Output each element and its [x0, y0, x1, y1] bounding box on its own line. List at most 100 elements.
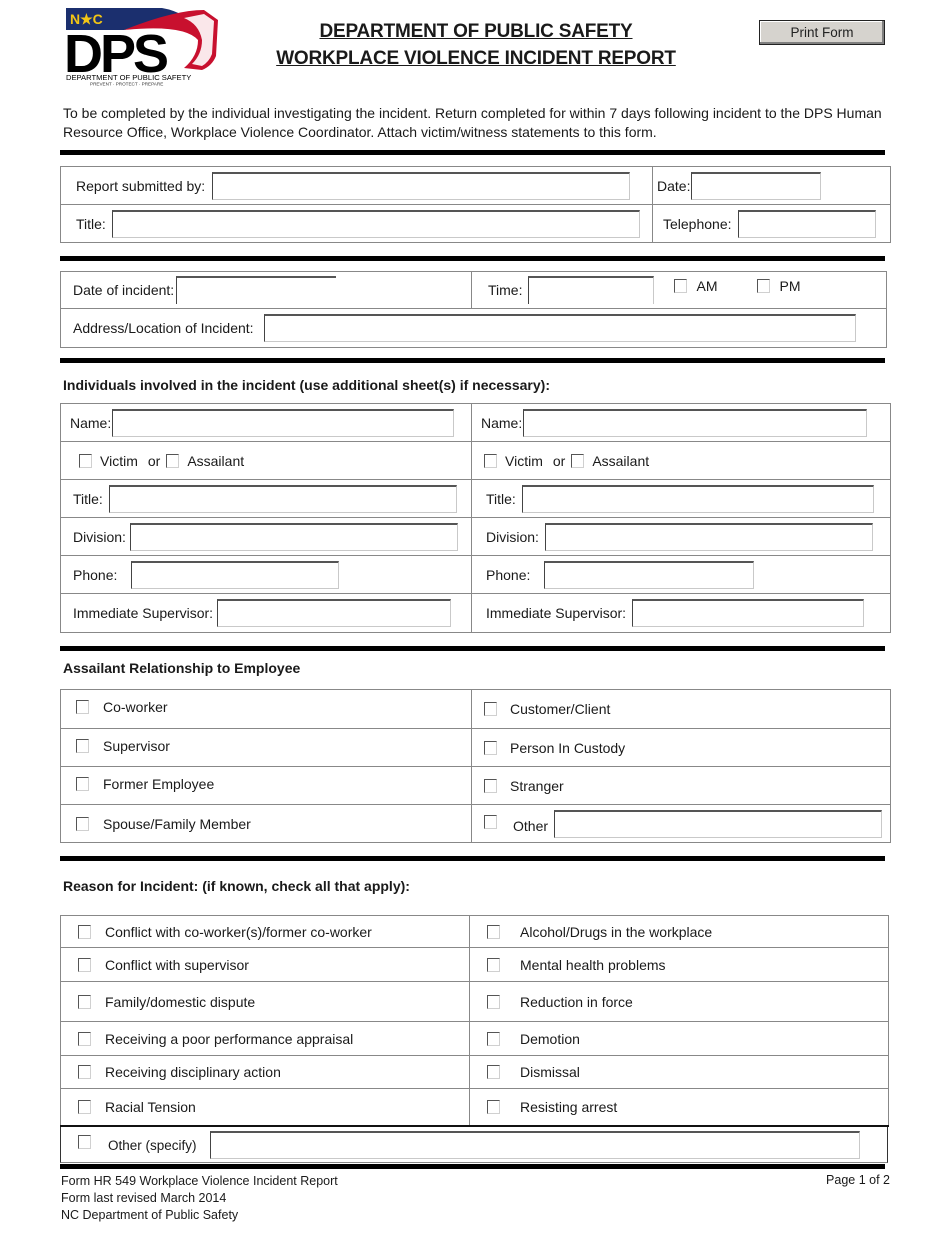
reason-racial-tension-label: Racial Tension	[105, 1098, 196, 1115]
supervisor-label: Supervisor	[103, 737, 170, 754]
co-worker-checkbox[interactable]	[76, 700, 89, 714]
person-2-role-cell: Victim or Assailant	[471, 441, 891, 480]
reason-dismissal-checkbox[interactable]	[487, 1065, 500, 1079]
person-1-or-label: or	[147, 452, 161, 469]
person-2-title-input[interactable]	[521, 484, 874, 513]
relationship-table: Co-worker Customer/Client Supervisor Per…	[60, 689, 891, 843]
date-input[interactable]	[691, 171, 822, 200]
reason-table: Conflict with co-worker(s)/former co-wor…	[60, 915, 889, 1127]
customer-client-checkbox[interactable]	[484, 702, 497, 716]
pm-label: PM	[779, 278, 801, 294]
person-2-phone-cell: Phone:	[471, 555, 891, 594]
telephone-input[interactable]	[737, 209, 876, 238]
reason-resisting-arrest-label: Resisting arrest	[520, 1098, 618, 1115]
submitter-table: Report submitted by: Date: Title: Teleph…	[60, 166, 891, 243]
reason-other-checkbox[interactable]	[78, 1135, 91, 1149]
footer-agency: NC Department of Public Safety	[61, 1208, 239, 1222]
person-1-role-cell: Victim or Assailant	[60, 441, 472, 480]
other-relationship-checkbox[interactable]	[484, 814, 497, 829]
relationship-option: Stranger	[471, 766, 891, 805]
reason-alcohol-drugs-checkbox[interactable]	[487, 924, 500, 939]
reason-option: Alcohol/Drugs in the workplace	[469, 915, 889, 948]
person-1-name-input[interactable]	[112, 408, 455, 437]
person-2-assailant-checkbox[interactable]	[571, 453, 585, 468]
reason-poor-appraisal-checkbox[interactable]	[78, 1031, 91, 1046]
section-divider	[60, 856, 885, 861]
person-2-supervisor-label: Immediate Supervisor:	[486, 605, 627, 621]
reason-reduction-force-label: Reduction in force	[520, 993, 633, 1010]
incident-time-cell: Time: AM PM	[471, 271, 887, 309]
dps-logo-graphic: N★C DPS DEPARTMENT OF PUBLIC SAFETY PREV…	[64, 8, 218, 86]
reason-option: Demotion	[469, 1021, 889, 1056]
reason-option: Family/domestic dispute	[60, 981, 470, 1022]
reason-option: Conflict with supervisor	[60, 947, 470, 982]
reason-other-label: Other (specify)	[108, 1137, 197, 1153]
print-form-button[interactable]: Print Form	[759, 20, 885, 45]
relationship-option: Other	[471, 804, 891, 843]
person-2-name-input[interactable]	[523, 408, 868, 437]
reason-option: Dismissal	[469, 1055, 889, 1089]
person-1-assailant-label: Assailant	[187, 452, 245, 469]
reason-option: Reduction in force	[469, 981, 889, 1022]
person-1-assailant-checkbox[interactable]	[166, 453, 180, 468]
am-checkbox[interactable]	[674, 279, 688, 293]
page-number: Page 1 of 2	[826, 1173, 890, 1187]
incident-date-input[interactable]	[176, 276, 337, 304]
person-1-title-input[interactable]	[108, 484, 457, 513]
person-in-custody-checkbox[interactable]	[484, 740, 497, 755]
person-2-supervisor-input[interactable]	[632, 599, 865, 627]
incident-date-label: Date of incident:	[73, 282, 175, 298]
reason-option: Mental health problems	[469, 947, 889, 982]
reason-option: Conflict with co-worker(s)/former co-wor…	[60, 915, 470, 948]
reason-disciplinary-checkbox[interactable]	[78, 1065, 91, 1079]
reason-family-dispute-label: Family/domestic dispute	[105, 993, 256, 1010]
telephone-label: Telephone:	[663, 215, 732, 232]
relationship-option: Customer/Client	[471, 689, 891, 729]
submitted-by-input[interactable]	[212, 171, 631, 200]
reason-heading: Reason for Incident: (if known, check al…	[63, 878, 410, 894]
reason-resisting-arrest-checkbox[interactable]	[487, 1099, 500, 1114]
person-2-phone-input[interactable]	[544, 560, 755, 589]
person-1-division-input[interactable]	[129, 522, 458, 551]
person-1-phone-cell: Phone:	[60, 555, 472, 594]
date-label: Date:	[657, 177, 691, 194]
relationship-heading: Assailant Relationship to Employee	[63, 660, 301, 676]
supervisor-checkbox[interactable]	[76, 738, 89, 753]
date-cell: Date:	[652, 166, 891, 205]
reason-mental-health-label: Mental health problems	[520, 956, 666, 973]
person-2-victim-checkbox[interactable]	[484, 453, 497, 468]
location-input[interactable]	[263, 314, 856, 342]
person-2-victim-label: Victim	[505, 452, 543, 469]
telephone-cell: Telephone:	[652, 204, 891, 243]
reason-mental-health-checkbox[interactable]	[487, 957, 500, 972]
reason-demotion-checkbox[interactable]	[487, 1031, 500, 1046]
person-1-victim-label: Victim	[100, 452, 138, 469]
title-input[interactable]	[111, 209, 640, 238]
incident-table: Date of incident: Time: AM PM Address/Lo…	[60, 271, 887, 348]
pm-checkbox[interactable]	[757, 279, 771, 293]
page-title: DEPARTMENT OF PUBLIC SAFETY WORKPLACE VI…	[250, 18, 702, 72]
reason-coworker-conflict-checkbox[interactable]	[78, 924, 91, 939]
other-relationship-input[interactable]	[554, 809, 883, 838]
person-1-supervisor-input[interactable]	[217, 599, 452, 627]
person-2-assailant-label: Assailant	[592, 452, 650, 469]
time-label: Time:	[488, 282, 523, 298]
spouse-family-checkbox[interactable]	[76, 816, 89, 831]
reason-other-input[interactable]	[209, 1131, 860, 1159]
person-1-name-cell: Name:	[60, 403, 472, 442]
section-divider	[60, 150, 885, 155]
time-input[interactable]	[528, 276, 655, 304]
reason-family-dispute-checkbox[interactable]	[78, 994, 91, 1009]
relationship-option: Co-worker	[60, 689, 472, 729]
former-employee-checkbox[interactable]	[76, 776, 89, 791]
person-1-victim-checkbox[interactable]	[79, 453, 92, 468]
relationship-option: Person In Custody	[471, 728, 891, 767]
person-1-phone-input[interactable]	[131, 560, 340, 589]
stranger-checkbox[interactable]	[484, 778, 497, 793]
reason-reduction-force-checkbox[interactable]	[487, 994, 500, 1009]
person-2-division-input[interactable]	[544, 522, 873, 551]
reason-supervisor-conflict-checkbox[interactable]	[78, 957, 91, 972]
reason-option: Racial Tension	[60, 1088, 470, 1126]
reason-racial-tension-checkbox[interactable]	[78, 1099, 91, 1114]
reason-demotion-label: Demotion	[520, 1030, 580, 1047]
